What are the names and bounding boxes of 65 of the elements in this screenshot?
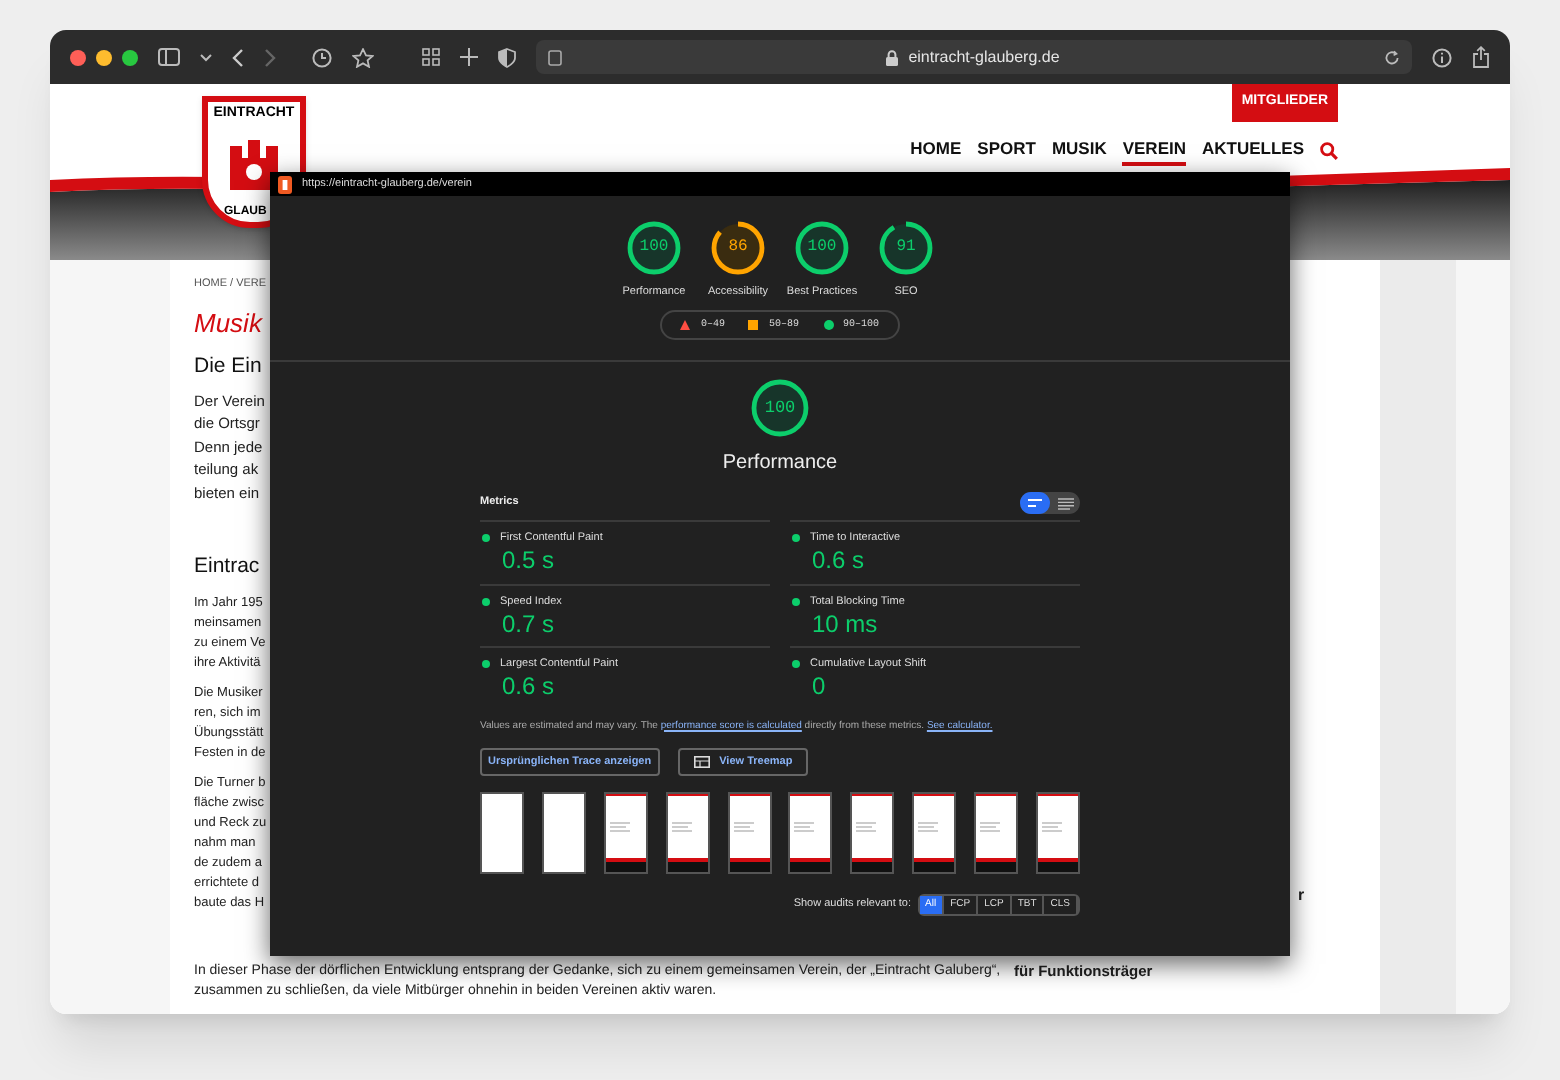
metric-value: 0 (812, 672, 826, 701)
share-icon[interactable] (1472, 46, 1490, 68)
page-frame-thumbnail (727, 792, 771, 874)
lighthouse-icon (278, 175, 292, 193)
page-frame-thumbnail (603, 792, 648, 874)
section-heading: Eintrac (194, 556, 260, 578)
nav-link[interactable]: SPORT (977, 135, 1036, 167)
page-frame-thumbnail (788, 792, 833, 874)
metric-value: 0.6 s (812, 546, 865, 575)
circle-icon (823, 320, 833, 330)
history-icon[interactable] (312, 47, 332, 67)
list-view-icon (1057, 497, 1073, 509)
score-gauge (750, 378, 810, 438)
metric-value: 0.6 s (502, 672, 555, 701)
minimize-window-icon[interactable] (96, 49, 112, 65)
blank-frame-thumbnail (541, 792, 586, 874)
view-toggle[interactable] (1020, 492, 1080, 514)
score-gauge (878, 220, 934, 276)
page-frame-thumbnail (665, 792, 710, 874)
triangle-icon (680, 320, 691, 330)
metric-value: 0.5 s (502, 546, 555, 575)
score-gauge (626, 220, 682, 276)
url-text: eintracht-glauberg.de (908, 45, 1060, 69)
sidebar-text: r (1298, 884, 1305, 908)
star-icon[interactable] (352, 47, 374, 67)
page-frame-thumbnail (850, 792, 895, 874)
nav-link[interactable]: VEREIN (1122, 135, 1186, 167)
nav-link[interactable]: MUSIK (1051, 135, 1107, 167)
forward-icon[interactable] (264, 47, 276, 67)
page-title: Musik (194, 310, 262, 337)
page-frame-thumbnail (912, 792, 957, 874)
blank-frame-thumbnail (480, 792, 524, 874)
score-gauge (794, 220, 850, 276)
plus-icon[interactable] (460, 48, 478, 66)
score-value: 100 (764, 399, 796, 417)
score-value: 91 (896, 240, 916, 256)
treemap-icon (693, 756, 710, 768)
category-title: Performance (722, 450, 838, 478)
nav-link[interactable]: HOME (910, 135, 962, 167)
chevron-down-icon[interactable] (200, 53, 212, 61)
search-icon[interactable] (1320, 141, 1338, 160)
nav-link[interactable]: AKTUELLES (1202, 135, 1304, 167)
metric-value: 10 ms (812, 609, 878, 638)
square-icon (748, 320, 759, 330)
bar-view-icon (1027, 498, 1043, 508)
page-icon (548, 49, 562, 65)
view-toggle-option[interactable] (1020, 492, 1050, 514)
score-value: 86 (728, 240, 748, 256)
score-gauge (710, 220, 766, 276)
page-frame-thumbnail (1035, 792, 1080, 874)
shield-icon[interactable] (498, 47, 516, 67)
tab-overview-icon[interactable] (422, 48, 440, 66)
sidebar-icon[interactable] (158, 48, 180, 66)
info-icon[interactable] (1432, 47, 1452, 67)
reload-icon[interactable] (1384, 49, 1400, 65)
close-window-icon[interactable] (70, 49, 86, 65)
back-icon[interactable] (232, 47, 244, 67)
page-frame-thumbnail (974, 792, 1018, 874)
lock-icon (886, 49, 899, 65)
address-bar[interactable]: eintracht-glauberg.de (536, 40, 1412, 74)
metric-value: 0.7 s (502, 609, 555, 638)
score-value: 100 (807, 240, 837, 256)
score-value: 100 (639, 240, 669, 256)
section-heading: Die Ein (194, 356, 262, 378)
maximize-window-icon[interactable] (122, 49, 138, 65)
